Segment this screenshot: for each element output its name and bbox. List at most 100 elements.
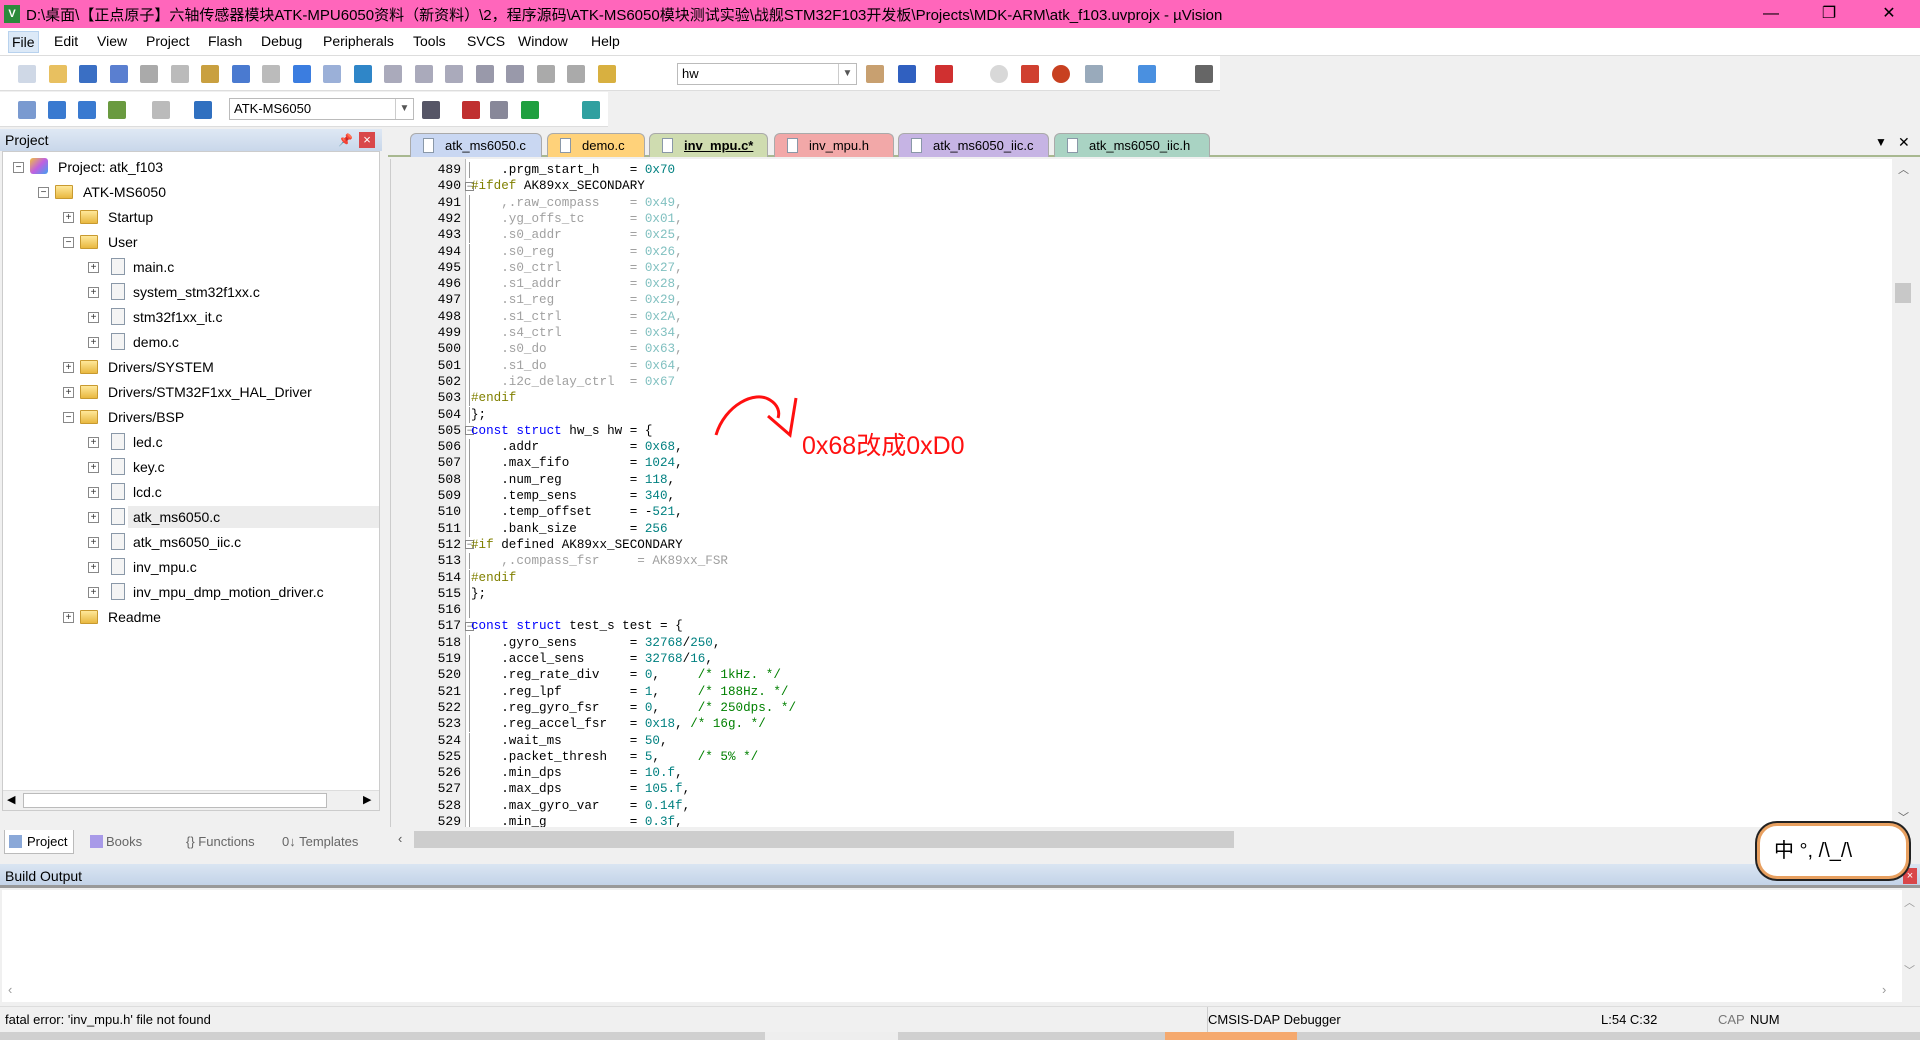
editor-horizontal-scrollbar[interactable]: ‹ — [390, 828, 1892, 852]
taskbar-item[interactable] — [765, 1032, 898, 1040]
copy-icon[interactable] — [170, 65, 189, 83]
pack-installer-icon[interactable] — [521, 101, 539, 119]
clear-bookmarks-icon[interactable] — [445, 65, 463, 83]
run-time-environment-icon[interactable] — [582, 101, 600, 119]
paste-icon[interactable] — [201, 65, 219, 83]
expand-icon[interactable]: + — [63, 387, 74, 398]
tree-item[interactable]: + atk_ms6050_iic.c — [3, 531, 379, 553]
manage-components-icon[interactable] — [462, 101, 480, 119]
tree-horizontal-scrollbar[interactable]: ◀ ▶ — [3, 790, 379, 810]
batch-build-icon[interactable] — [108, 101, 126, 119]
incremental-find-icon[interactable] — [866, 65, 884, 83]
target-options-icon[interactable] — [422, 101, 440, 119]
download-icon[interactable] — [194, 101, 212, 119]
indent-icon[interactable] — [475, 65, 494, 83]
tab-atk-ms6050-iic-h[interactable]: atk_ms6050_iic.h — [1054, 133, 1210, 157]
tree-item[interactable]: + Readme — [3, 606, 379, 628]
tree-item[interactable]: + atk_ms6050.c — [3, 506, 379, 528]
breakpoint-icon[interactable] — [990, 65, 1008, 83]
undo-icon[interactable] — [231, 65, 250, 83]
menu-window[interactable]: Window — [518, 33, 568, 49]
menu-view[interactable]: View — [97, 33, 127, 49]
tree-item[interactable]: − Drivers/BSP — [3, 406, 379, 428]
tree-item[interactable]: + inv_mpu.c — [3, 556, 379, 578]
save-icon[interactable] — [79, 65, 97, 83]
tree-item[interactable]: + Drivers/STM32F1xx_HAL_Driver — [3, 381, 379, 403]
open-icon[interactable] — [48, 65, 67, 83]
prev-bookmark-icon[interactable] — [384, 65, 402, 83]
expand-icon[interactable]: + — [63, 212, 74, 223]
tree-item[interactable]: + inv_mpu_dmp_motion_driver.c — [3, 581, 379, 603]
collapse-icon[interactable]: − — [63, 237, 74, 248]
breakpoint-kill-icon[interactable] — [1052, 65, 1070, 83]
debug-start-icon[interactable] — [935, 65, 953, 83]
new-file-icon[interactable] — [18, 65, 36, 83]
build-output-pane[interactable]: ︿ ﹀ ‹ › — [2, 890, 1915, 1002]
tree-item[interactable]: + system_stm32f1xx.c — [3, 281, 379, 303]
tree-item[interactable]: + led.c — [3, 431, 379, 453]
code-editor[interactable]: 489 490 491 492 493 494 495 496 497 498 499 500 501 5… — [390, 159, 1892, 827]
nav-forward-icon[interactable] — [323, 65, 341, 83]
close-button[interactable]: ✕ — [1860, 0, 1918, 28]
expand-icon[interactable]: + — [63, 612, 74, 623]
find-in-files-icon[interactable] — [597, 65, 616, 83]
expand-icon[interactable]: + — [88, 512, 99, 523]
taskbar-item-active[interactable] — [1165, 1032, 1297, 1040]
tree-item[interactable]: − Project: atk_f103 — [3, 156, 379, 178]
panel-tab-templates[interactable]: 0↓ Templates — [262, 830, 358, 854]
chevron-down-icon[interactable]: ▼ — [838, 64, 856, 84]
menu-svcs[interactable]: SVCS — [467, 33, 505, 49]
tree-item[interactable]: + main.c — [3, 256, 379, 278]
expand-icon[interactable]: + — [88, 337, 99, 348]
chevron-down-icon[interactable]: ▼ — [395, 99, 413, 119]
scroll-right-icon[interactable]: › — [1882, 982, 1886, 997]
find-replace-icon[interactable] — [898, 65, 916, 83]
comment-icon[interactable] — [536, 65, 555, 83]
ime-widget[interactable]: 中 °, /\_/\ — [1757, 823, 1909, 879]
expand-icon[interactable]: + — [88, 562, 99, 573]
translate-icon[interactable] — [18, 101, 36, 119]
build-icon[interactable] — [48, 101, 66, 119]
collapse-icon[interactable]: − — [38, 187, 49, 198]
scroll-right-icon[interactable]: ▶ — [363, 793, 371, 806]
panel-tab-books[interactable]: Books — [86, 830, 142, 854]
collapse-icon[interactable]: − — [63, 412, 74, 423]
pin-icon[interactable]: 📌 — [338, 129, 353, 151]
tree-item[interactable]: − ATK-MS6050 — [3, 181, 379, 203]
expand-icon[interactable]: + — [88, 587, 99, 598]
expand-icon[interactable]: + — [88, 287, 99, 298]
tree-item[interactable]: + key.c — [3, 456, 379, 478]
menu-project[interactable]: Project — [146, 33, 190, 49]
unindent-icon[interactable] — [506, 65, 524, 83]
tab-list-dropdown[interactable]: ▼ — [1875, 135, 1887, 149]
expand-icon[interactable]: + — [88, 312, 99, 323]
expand-icon[interactable]: + — [88, 262, 99, 273]
scroll-thumb[interactable] — [414, 831, 1234, 848]
scroll-left-icon[interactable]: ‹ — [8, 982, 12, 997]
close-tab-button[interactable]: ✕ — [1898, 134, 1910, 151]
uncomment-icon[interactable] — [567, 65, 585, 83]
bookmark-icon[interactable] — [353, 65, 372, 83]
breakpoint-all-icon[interactable] — [1085, 65, 1103, 83]
scroll-thumb[interactable] — [1895, 283, 1911, 303]
menu-flash[interactable]: Flash — [208, 33, 242, 49]
menu-help[interactable]: Help — [591, 33, 620, 49]
panel-tab-functions[interactable]: {} Functions — [166, 830, 255, 854]
tab-inv-mpu-h[interactable]: inv_mpu.h — [774, 133, 894, 157]
scroll-left-icon[interactable]: ‹ — [398, 831, 402, 846]
expand-icon[interactable]: + — [88, 537, 99, 548]
scroll-up-icon[interactable]: ︿ — [1904, 894, 1915, 910]
scroll-left-icon[interactable]: ◀ — [7, 793, 15, 806]
tree-item[interactable]: + stm32f1xx_it.c — [3, 306, 379, 328]
nav-back-icon[interactable] — [292, 65, 311, 83]
menu-peripherals[interactable]: Peripherals — [323, 33, 394, 49]
tree-item[interactable]: + lcd.c — [3, 481, 379, 503]
redo-icon[interactable] — [262, 65, 280, 83]
scroll-up-icon[interactable]: ︿ — [1898, 161, 1909, 177]
menu-file[interactable]: File — [8, 31, 39, 53]
tab-atk-ms6050-iic-c[interactable]: atk_ms6050_iic.c — [898, 133, 1049, 157]
close-panel-button[interactable]: × — [359, 132, 375, 148]
tree-item[interactable]: + Drivers/SYSTEM — [3, 356, 379, 378]
tree-item[interactable]: + demo.c — [3, 331, 379, 353]
menu-edit[interactable]: Edit — [54, 33, 78, 49]
